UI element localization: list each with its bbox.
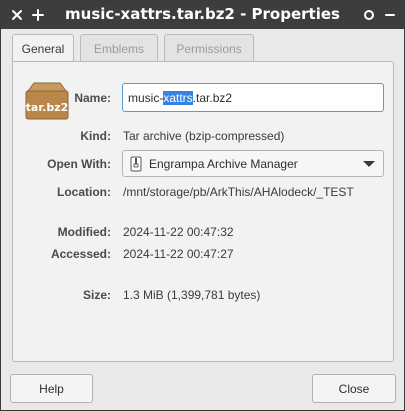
minimize-icon[interactable] xyxy=(380,5,400,25)
tab-general[interactable]: General xyxy=(12,34,74,63)
accessed-label: Accessed: xyxy=(50,247,111,261)
name-selection: xattrs xyxy=(163,90,193,105)
tab-permissions[interactable]: Permissions xyxy=(164,34,254,62)
kind-value: Tar archive (bzip-compressed) xyxy=(123,129,285,143)
accessed-value: 2024-11-22 00:47:27 xyxy=(123,247,234,261)
engrampa-icon xyxy=(129,156,143,172)
location-label: Location: xyxy=(57,185,111,199)
kind-label: Kind: xyxy=(80,129,111,143)
help-button[interactable]: Help xyxy=(10,374,93,403)
tab-emblems[interactable]: Emblems xyxy=(80,34,158,62)
close-button[interactable]: Close xyxy=(312,374,396,403)
tab-bar: General Emblems Permissions xyxy=(12,34,254,63)
size-label: Size: xyxy=(82,288,111,302)
title-bar: music-xattrs.tar.bz2 - Properties xyxy=(1,1,404,29)
chevron-down-icon xyxy=(363,161,375,167)
window-title: music-xattrs.tar.bz2 - Properties xyxy=(65,5,340,23)
size-value: 1.3 MiB (1,399,781 bytes) xyxy=(123,288,261,302)
name-prefix: music- xyxy=(128,90,164,105)
name-field[interactable]: music-xattrs .tar.bz2 xyxy=(122,83,384,112)
modified-label: Modified: xyxy=(57,225,111,239)
open-with-value: Engrampa Archive Manager xyxy=(149,156,298,171)
location-value: /mnt/storage/pb/ArkThis/AHAlodeck/_TEST xyxy=(123,185,354,199)
name-suffix: .tar.bz2 xyxy=(192,90,233,105)
open-with-label: Open With: xyxy=(47,157,111,171)
open-with-combo[interactable]: Engrampa Archive Manager xyxy=(122,150,384,177)
menu-icon[interactable] xyxy=(359,5,379,25)
properties-window: music-xattrs.tar.bz2 - Properties Genera… xyxy=(0,0,405,411)
name-label: Name: xyxy=(74,91,111,105)
modified-value: 2024-11-22 00:47:32 xyxy=(123,225,234,239)
